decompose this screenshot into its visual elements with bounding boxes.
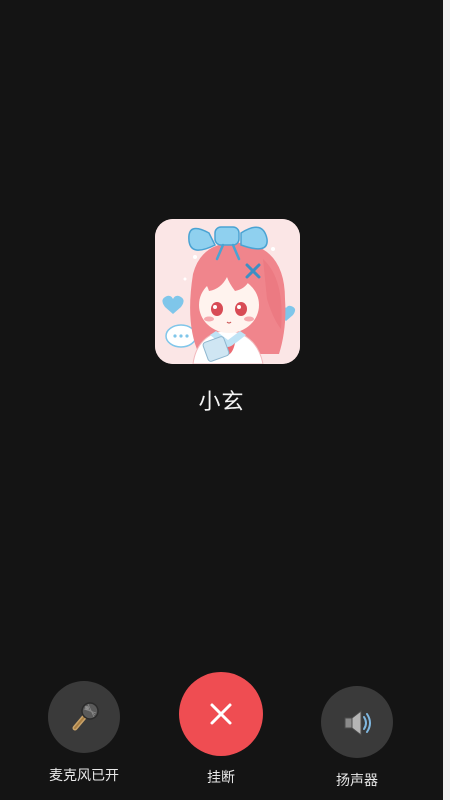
anime-girl-avatar-icon (155, 219, 300, 364)
speaker-label: 扬声器 (336, 773, 378, 789)
microphone-label: 麦克风已开 (49, 768, 119, 784)
hangup-label: 挂断 (207, 770, 235, 786)
microphone-icon (72, 702, 99, 731)
call-screen: 小玄 麦克风已开 挂断 扬声器 (0, 0, 450, 800)
microphone-button[interactable] (48, 681, 120, 753)
speaker-icon (344, 709, 371, 737)
hangup-button[interactable] (179, 672, 263, 756)
caller-avatar (155, 219, 300, 364)
close-icon (210, 703, 232, 725)
speaker-button[interactable] (321, 686, 393, 758)
frame-edge (443, 0, 450, 800)
caller-name: 小玄 (198, 390, 245, 415)
